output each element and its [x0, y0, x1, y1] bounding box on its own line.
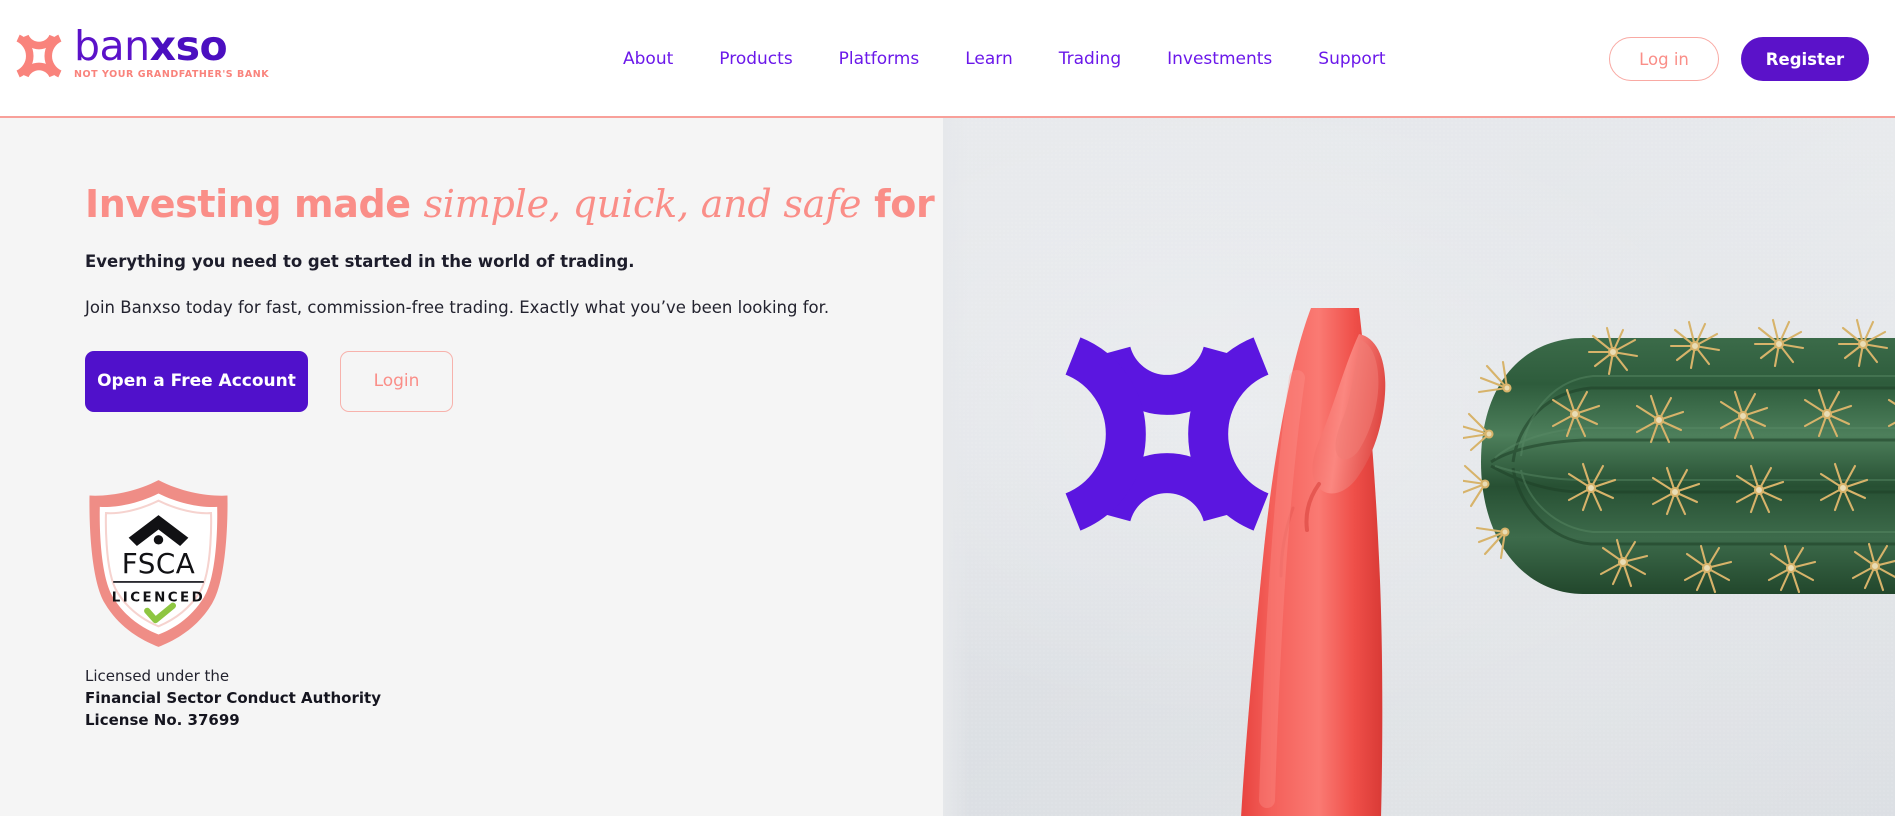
red-glove-hand-photo	[1241, 308, 1386, 816]
nav-item-platforms[interactable]: Platforms	[816, 43, 943, 75]
cactus-photo	[1463, 318, 1895, 594]
nav-item-support[interactable]: Support	[1295, 43, 1408, 75]
header-login-button[interactable]: Log in	[1609, 37, 1719, 81]
hero-subheading: Everything you need to get started in th…	[85, 251, 635, 271]
svg-text:FSCA: FSCA	[122, 547, 196, 580]
logo-word-light: ban	[74, 22, 150, 70]
nav-item-trading[interactable]: Trading	[1036, 43, 1144, 75]
license-line-1: Licensed under the	[85, 666, 230, 685]
fsca-badge-block: FSCA LICENCED Licensed under the Financi…	[85, 476, 943, 732]
hero-body-text: Join Banxso today for fast, commission-f…	[85, 297, 830, 317]
banxso-mark-icon	[16, 34, 62, 78]
logo-tagline: NOT YOUR GRANDFATHER'S BANK	[74, 69, 270, 80]
hero-photo	[943, 118, 1895, 816]
page-root: banxso NOT YOUR GRANDFATHER'S BANK About…	[0, 0, 1895, 816]
photo-left-edge-fade	[943, 118, 969, 816]
main-navigation: About Products Platforms Learn Trading I…	[600, 0, 1408, 118]
hero-headline-italic: simple, quick, and safe	[423, 182, 862, 226]
hero-copy-panel: Investing made simple, quick, and safe f…	[0, 118, 1012, 816]
license-line-2: Financial Sector Conduct Authority	[85, 689, 381, 708]
brand-logo[interactable]: banxso NOT YOUR GRANDFATHER'S BANK	[10, 24, 269, 82]
nav-item-products[interactable]: Products	[696, 43, 815, 75]
hero-section: Investing made simple, quick, and safe f…	[0, 118, 1895, 816]
license-line-3: License No. 37699	[85, 711, 240, 730]
svg-text:LICENCED: LICENCED	[112, 590, 205, 605]
nav-item-about[interactable]: About	[600, 43, 696, 75]
open-free-account-button[interactable]: Open a Free Account	[85, 350, 308, 412]
header-register-button[interactable]: Register	[1741, 37, 1869, 81]
hero-headline: Investing made simple, quick, and safe f…	[85, 182, 1012, 228]
logo-wordmark: banxso	[74, 24, 269, 68]
site-header: banxso NOT YOUR GRANDFATHER'S BANK About…	[0, 0, 1895, 118]
header-auth-actions: Log in Register	[1609, 0, 1869, 118]
nav-item-learn[interactable]: Learn	[942, 43, 1036, 75]
license-info: Licensed under the Financial Sector Cond…	[85, 665, 943, 732]
hero-cta-row: Open a Free Account Login	[85, 350, 943, 412]
fsca-licence-badge-icon: FSCA LICENCED	[89, 479, 228, 647]
nav-item-investments[interactable]: Investments	[1144, 43, 1295, 75]
hero-headline-part1: Investing made	[85, 182, 424, 226]
logo-word-bold: xso	[149, 22, 228, 70]
hero-login-button[interactable]: Login	[340, 350, 453, 412]
